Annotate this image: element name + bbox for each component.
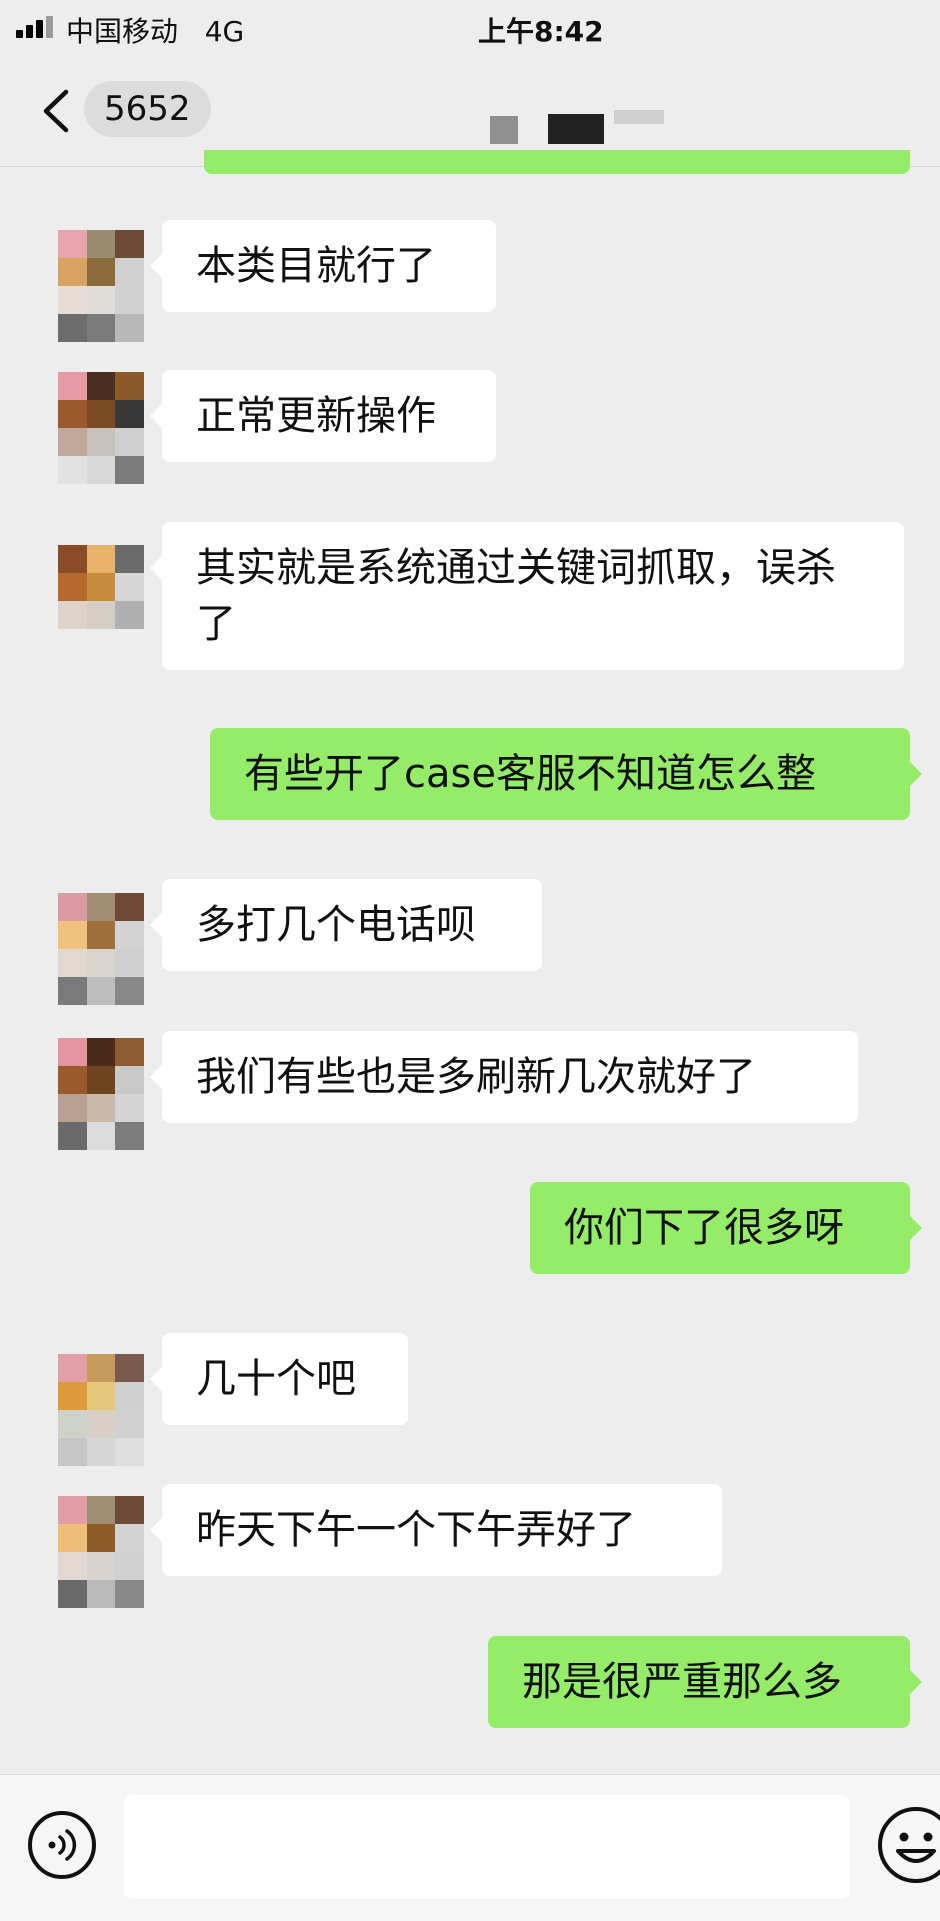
carrier-name: 中国移动: [66, 15, 179, 48]
avatar[interactable]: [58, 1496, 144, 1608]
voice-icon[interactable]: [26, 1809, 98, 1881]
network-type: 4G: [204, 15, 245, 48]
incoming-message: 多打几个电话呗: [150, 879, 542, 971]
chat-title[interactable]: 5652: [84, 81, 211, 137]
chevron-left-icon[interactable]: [38, 88, 78, 134]
outgoing-message: 那是很严重那么多: [488, 1636, 922, 1728]
outgoing-message: 有些开了case客服不知道怎么整: [210, 728, 922, 820]
incoming-message: 我们有些也是多刷新几次就好了: [150, 1031, 858, 1123]
incoming-message: 几十个吧: [150, 1333, 408, 1425]
avatar[interactable]: [58, 1354, 144, 1466]
message-input[interactable]: [124, 1795, 850, 1899]
input-bar: [0, 1774, 940, 1921]
avatar[interactable]: [58, 372, 144, 484]
incoming-message: 其实就是系统通过关键词抓取，误杀了: [150, 522, 904, 670]
emoji-icon[interactable]: [876, 1805, 940, 1885]
previous-message-bubble: [204, 150, 910, 174]
outgoing-message: 你们下了很多呀: [530, 1182, 922, 1274]
avatar[interactable]: [58, 893, 144, 1005]
avatar[interactable]: [58, 545, 144, 657]
avatar[interactable]: [58, 1038, 144, 1150]
incoming-message: 本类目就行了: [150, 220, 496, 312]
avatar[interactable]: [58, 230, 144, 342]
status-time: 上午8:42: [478, 15, 604, 48]
incoming-message: 昨天下午一个下午弄好了: [150, 1484, 722, 1576]
signal-icon: [16, 16, 58, 38]
obscured-name-block: [548, 114, 604, 144]
carrier-label: 中国移动 4G: [66, 10, 244, 50]
obscured-name-block: [490, 116, 518, 144]
obscured-name-block: [614, 110, 664, 124]
status-bar: 中国移动 4G 上午8:42: [0, 0, 940, 56]
incoming-message: 正常更新操作: [150, 370, 496, 462]
